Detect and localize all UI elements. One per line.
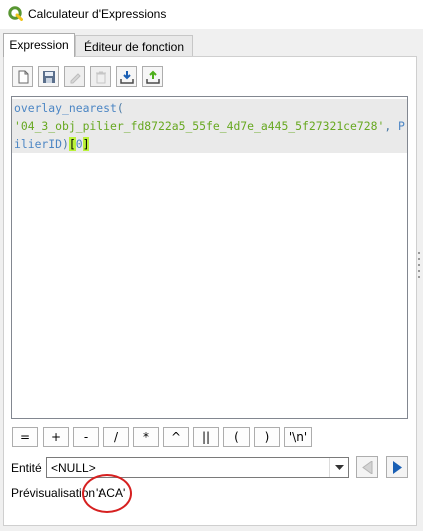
save-expression-button[interactable] [38, 66, 59, 87]
operator-newline-button[interactable]: '\n' [284, 427, 312, 447]
import-expressions-button[interactable] [116, 66, 137, 87]
tab-function-editor[interactable]: Éditeur de fonction [75, 35, 193, 57]
arrow-right-icon [393, 461, 402, 474]
edit-expression-button[interactable] [64, 66, 85, 87]
qgis-logo-icon [8, 6, 23, 21]
code-bracket-open: [ [68, 137, 76, 151]
code-string-literal: '04_3_obj_pilier_fd8722a5_55fe_4d7e_a445… [14, 119, 385, 133]
operator-open-paren-button[interactable]: ( [223, 427, 250, 447]
dropdown-arrow[interactable] [329, 458, 349, 477]
entity-value: <NULL> [51, 461, 96, 475]
code-function-name: overlay_nearest [14, 101, 117, 115]
new-file-icon [18, 70, 29, 84]
entity-label: Entité [11, 461, 42, 475]
operator-divide-button[interactable]: / [103, 427, 129, 447]
code-comma: , [384, 119, 399, 133]
entity-combobox[interactable]: <NULL> [46, 457, 349, 478]
operator-minus-button[interactable]: - [73, 427, 99, 447]
import-icon [120, 71, 134, 84]
delete-icon [96, 71, 106, 84]
code-index: 0 [75, 137, 83, 151]
operator-power-button[interactable]: ^ [163, 427, 189, 447]
operator-close-paren-button[interactable]: ) [254, 427, 280, 447]
window-title: Calculateur d'Expressions [28, 7, 167, 21]
code-open-paren: ( [116, 101, 124, 115]
code-bracket-close: ] [82, 137, 90, 151]
previous-feature-button[interactable] [356, 456, 378, 478]
edit-icon [70, 73, 81, 84]
operator-equals-button[interactable]: = [12, 427, 38, 447]
expression-editor[interactable]: overlay_nearest( '04_3_obj_pilier_fd8722a… [11, 96, 408, 419]
next-feature-button[interactable] [386, 456, 408, 478]
splitter-handle[interactable] [418, 252, 420, 292]
operator-concat-button[interactable]: || [193, 427, 219, 447]
delete-expression-button[interactable] [90, 66, 111, 87]
arrow-left-icon [362, 461, 373, 474]
tab-expression[interactable]: Expression [3, 33, 75, 57]
chevron-down-icon [335, 465, 344, 470]
title-bar: Calculateur d'Expressions [0, 0, 423, 29]
annotation-circle [82, 474, 132, 513]
operator-plus-button[interactable]: + [43, 427, 69, 447]
export-expressions-button[interactable] [142, 66, 163, 87]
operator-multiply-button[interactable]: * [133, 427, 159, 447]
new-expression-button[interactable] [12, 66, 33, 87]
export-icon [146, 70, 160, 84]
code-close-paren: ) [62, 137, 69, 151]
expression-code: overlay_nearest( '04_3_obj_pilier_fd8722a… [14, 99, 406, 153]
save-icon [43, 71, 55, 83]
